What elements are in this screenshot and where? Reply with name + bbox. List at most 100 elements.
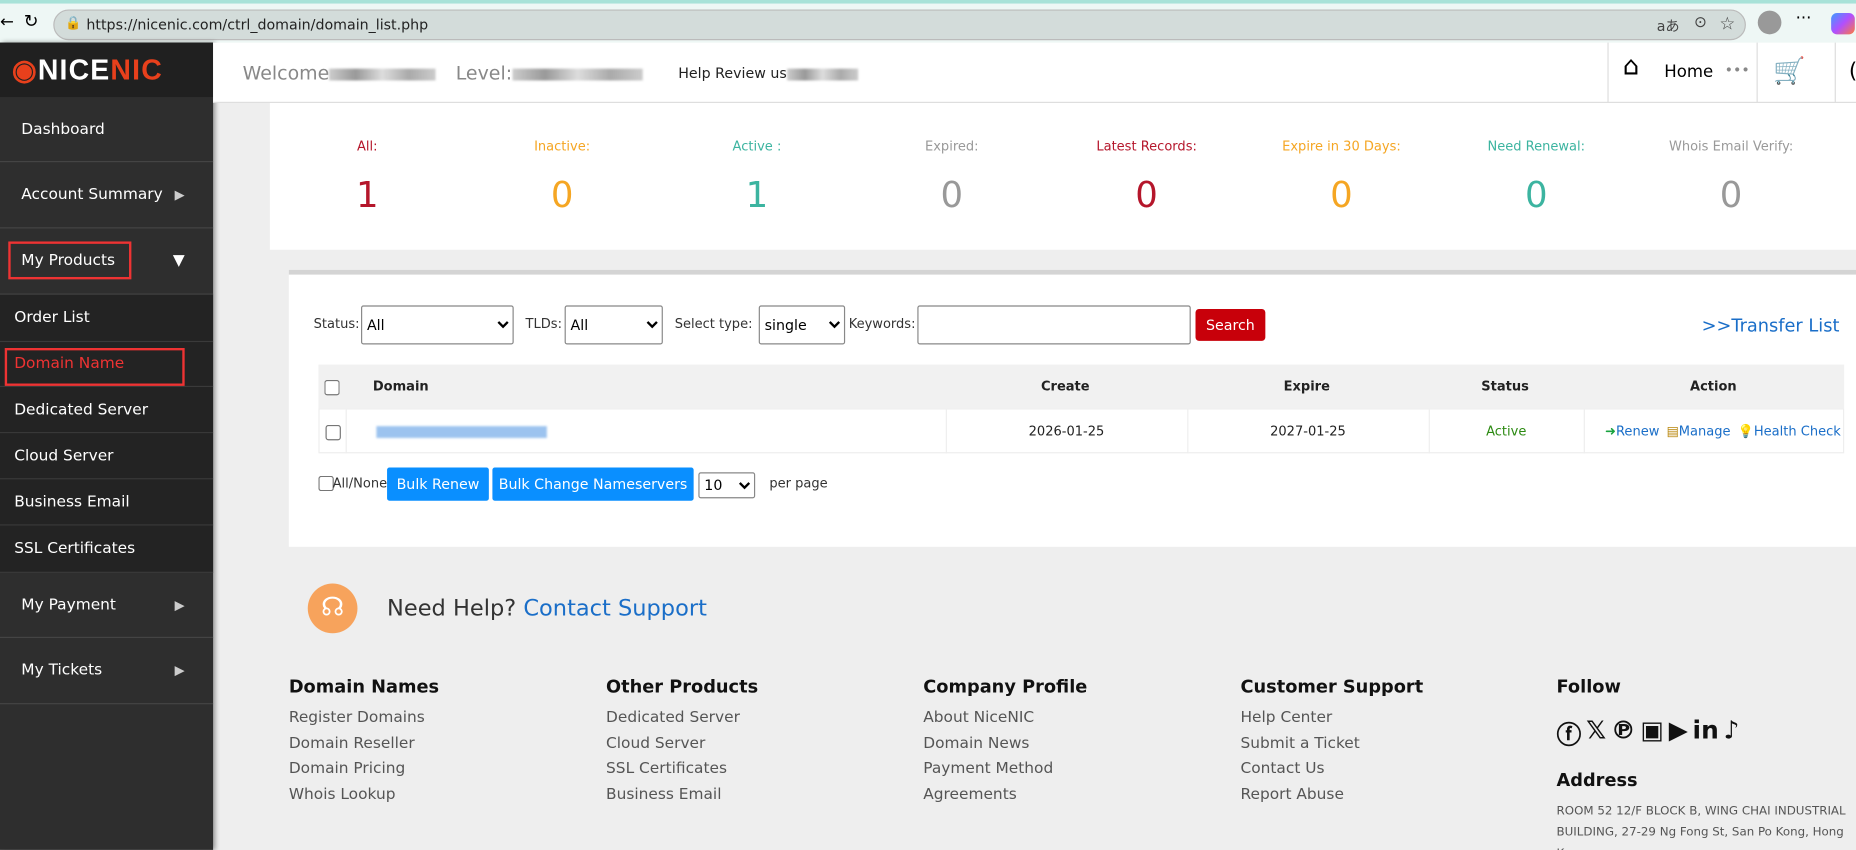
stat-1[interactable]: Inactive: 0 [465,103,660,217]
column-header-create: Create [1040,378,1090,395]
create-date: 2026-01-25 [1028,423,1105,440]
footer-link[interactable]: Submit a Ticket [1240,735,1359,753]
level-text: Level: [456,62,643,84]
x-icon[interactable]: 𝕏 [1586,716,1606,752]
health-check-link[interactable]: 💡Health Check [1738,424,1841,439]
pinterest-icon[interactable]: ℗ [1611,716,1636,752]
sidebar-subitem-ssl-certificates[interactable]: SSL Certificates [0,525,214,573]
youtube-icon[interactable]: ▶ [1669,716,1688,752]
transfer-list-link[interactable]: >>Transfer List [1702,315,1840,336]
social-icons: ⓕ 𝕏 ℗ ▣ ▶ in ♪ [1557,716,1740,752]
all-none-checkbox[interactable] [318,475,334,492]
tlds-select[interactable]: All [564,305,663,345]
domain-list-panel: Status: All TLDs: All Select type: singl… [288,269,1856,547]
row-checkbox[interactable] [325,424,341,441]
footer-link[interactable]: Domain Reseller [289,735,415,753]
facebook-icon[interactable]: ⓕ [1557,716,1582,752]
sidebar-subitem-business-email[interactable]: Business Email [0,479,214,526]
cart-icon[interactable]: 🛒 [1773,57,1805,87]
contact-support-link[interactable]: Contact Support [523,595,707,621]
footer-link[interactable]: Agreements [923,786,1016,804]
top-header: Welcome Level: Help Review us ⌂ Home •••… [213,42,1856,103]
stat-5[interactable]: Expire in 30 Days: 0 [1244,103,1439,217]
stat-value: 0 [1330,175,1353,217]
stat-value: 0 [1135,175,1158,217]
help-review-link[interactable]: Help Review us [678,65,858,82]
logo[interactable]: ◉NICENIC [0,42,214,98]
renew-link[interactable]: ➜Renew [1605,424,1659,439]
follow-heading: Follow [1556,675,1621,698]
home-button[interactable]: ⌂ Home ••• [1607,42,1758,103]
stat-7[interactable]: Whois Email Verify: 0 [1634,103,1829,216]
stat-label: Expire in 30 Days: [1282,138,1401,154]
sidebar-item-account-summary[interactable]: Account Summary ▶ [0,162,214,229]
footer-link[interactable]: Report Abuse [1240,786,1343,804]
user-icon[interactable]: ( [1849,59,1856,84]
footer-link[interactable]: Domain Pricing [289,760,405,778]
stat-value: 1 [355,175,379,217]
stat-value: 0 [550,175,574,217]
linkedin-icon[interactable]: in [1693,716,1719,752]
stat-3[interactable]: Expired: 0 [854,103,1049,216]
sidebar-label: Order List [14,308,90,327]
url-text: https://nicenic.com/ctrl_domain/domain_l… [86,16,429,34]
sidebar-subitem-cloud-server[interactable]: Cloud Server [0,433,214,480]
footer-link[interactable]: Whois Lookup [289,786,396,804]
status-select[interactable]: All [361,305,514,345]
stat-4[interactable]: Latest Records: 0 [1049,103,1244,217]
profile-avatar[interactable] [1757,10,1782,35]
address-bar[interactable]: 🔒 https://nicenic.com/ctrl_domain/domain… [53,9,1746,41]
footer-link[interactable]: Payment Method [923,760,1053,778]
stat-0[interactable]: All: 1 [270,103,465,217]
lock-icon: 🔒 [65,15,82,31]
footer-link[interactable]: Cloud Server [606,735,705,753]
sidebar-subitem-order-list[interactable]: Order List [0,294,214,343]
per-page-select[interactable]: 10 [698,472,756,499]
translate-icon[interactable]: aあ [1657,15,1680,35]
select-type-select[interactable]: single [758,305,846,345]
footer-link[interactable]: Domain News [923,735,1029,753]
address-heading: Address [1556,769,1638,791]
footer-link[interactable]: Help Center [1240,709,1332,727]
column-header-action: Action [1690,378,1737,395]
sidebar-item-my-tickets[interactable]: My Tickets ▶ [0,638,214,705]
footer-link[interactable]: Dedicated Server [606,709,740,727]
sidebar-item-my-payment[interactable]: My Payment ▶ [0,573,214,638]
manage-link[interactable]: ▤Manage [1666,424,1730,439]
stat-2[interactable]: Active : 1 [660,103,855,216]
footer-link[interactable]: Contact Us [1240,760,1324,778]
more-dots-icon[interactable]: ••• [1725,62,1750,79]
chevron-right-icon: ▶ [174,187,185,203]
domain-link-blurred[interactable] [376,426,547,438]
sidebar-subitem-dedicated-server[interactable]: Dedicated Server [0,387,214,434]
menu-icon[interactable]: ··· [1796,9,1812,28]
reload-icon[interactable]: ↻ [24,11,39,32]
bulk-change-nameservers-button[interactable]: Bulk Change Nameservers [492,467,694,501]
footer-link[interactable]: SSL Certificates [606,760,727,778]
headset-icon: ☊ [307,583,358,634]
keywords-input[interactable] [917,305,1191,345]
renew-icon: ➜ [1605,423,1616,440]
stat-6[interactable]: Need Renewal: 0 [1439,103,1634,216]
status-label: Status: [313,316,360,332]
footer-link[interactable]: Business Email [606,786,721,804]
chevron-down-icon: ▼ [172,252,185,270]
back-icon[interactable]: ← [0,13,14,32]
status-active: Active [1486,423,1527,440]
footer-heading: Domain Names [288,675,440,698]
star-icon[interactable]: ☆ [1719,13,1735,34]
copilot-icon[interactable] [1831,13,1855,35]
chevron-right-icon: ▶ [174,662,185,679]
vk-icon[interactable]: ▣ [1640,716,1663,752]
more-icon[interactable]: ⊙ [1694,14,1707,32]
highlight-box [8,241,132,280]
bulk-renew-button[interactable]: Bulk Renew [387,467,489,501]
highlight-box [4,347,185,386]
footer-link[interactable]: Register Domains [289,709,425,727]
footer-link[interactable]: About NiceNIC [923,709,1034,727]
select-all-checkbox[interactable] [324,379,340,396]
sidebar-item-dashboard[interactable]: Dashboard [0,97,214,163]
stat-label: Expired: [925,138,979,154]
tiktok-icon[interactable]: ♪ [1724,716,1740,752]
search-button[interactable]: Search [1195,308,1266,341]
